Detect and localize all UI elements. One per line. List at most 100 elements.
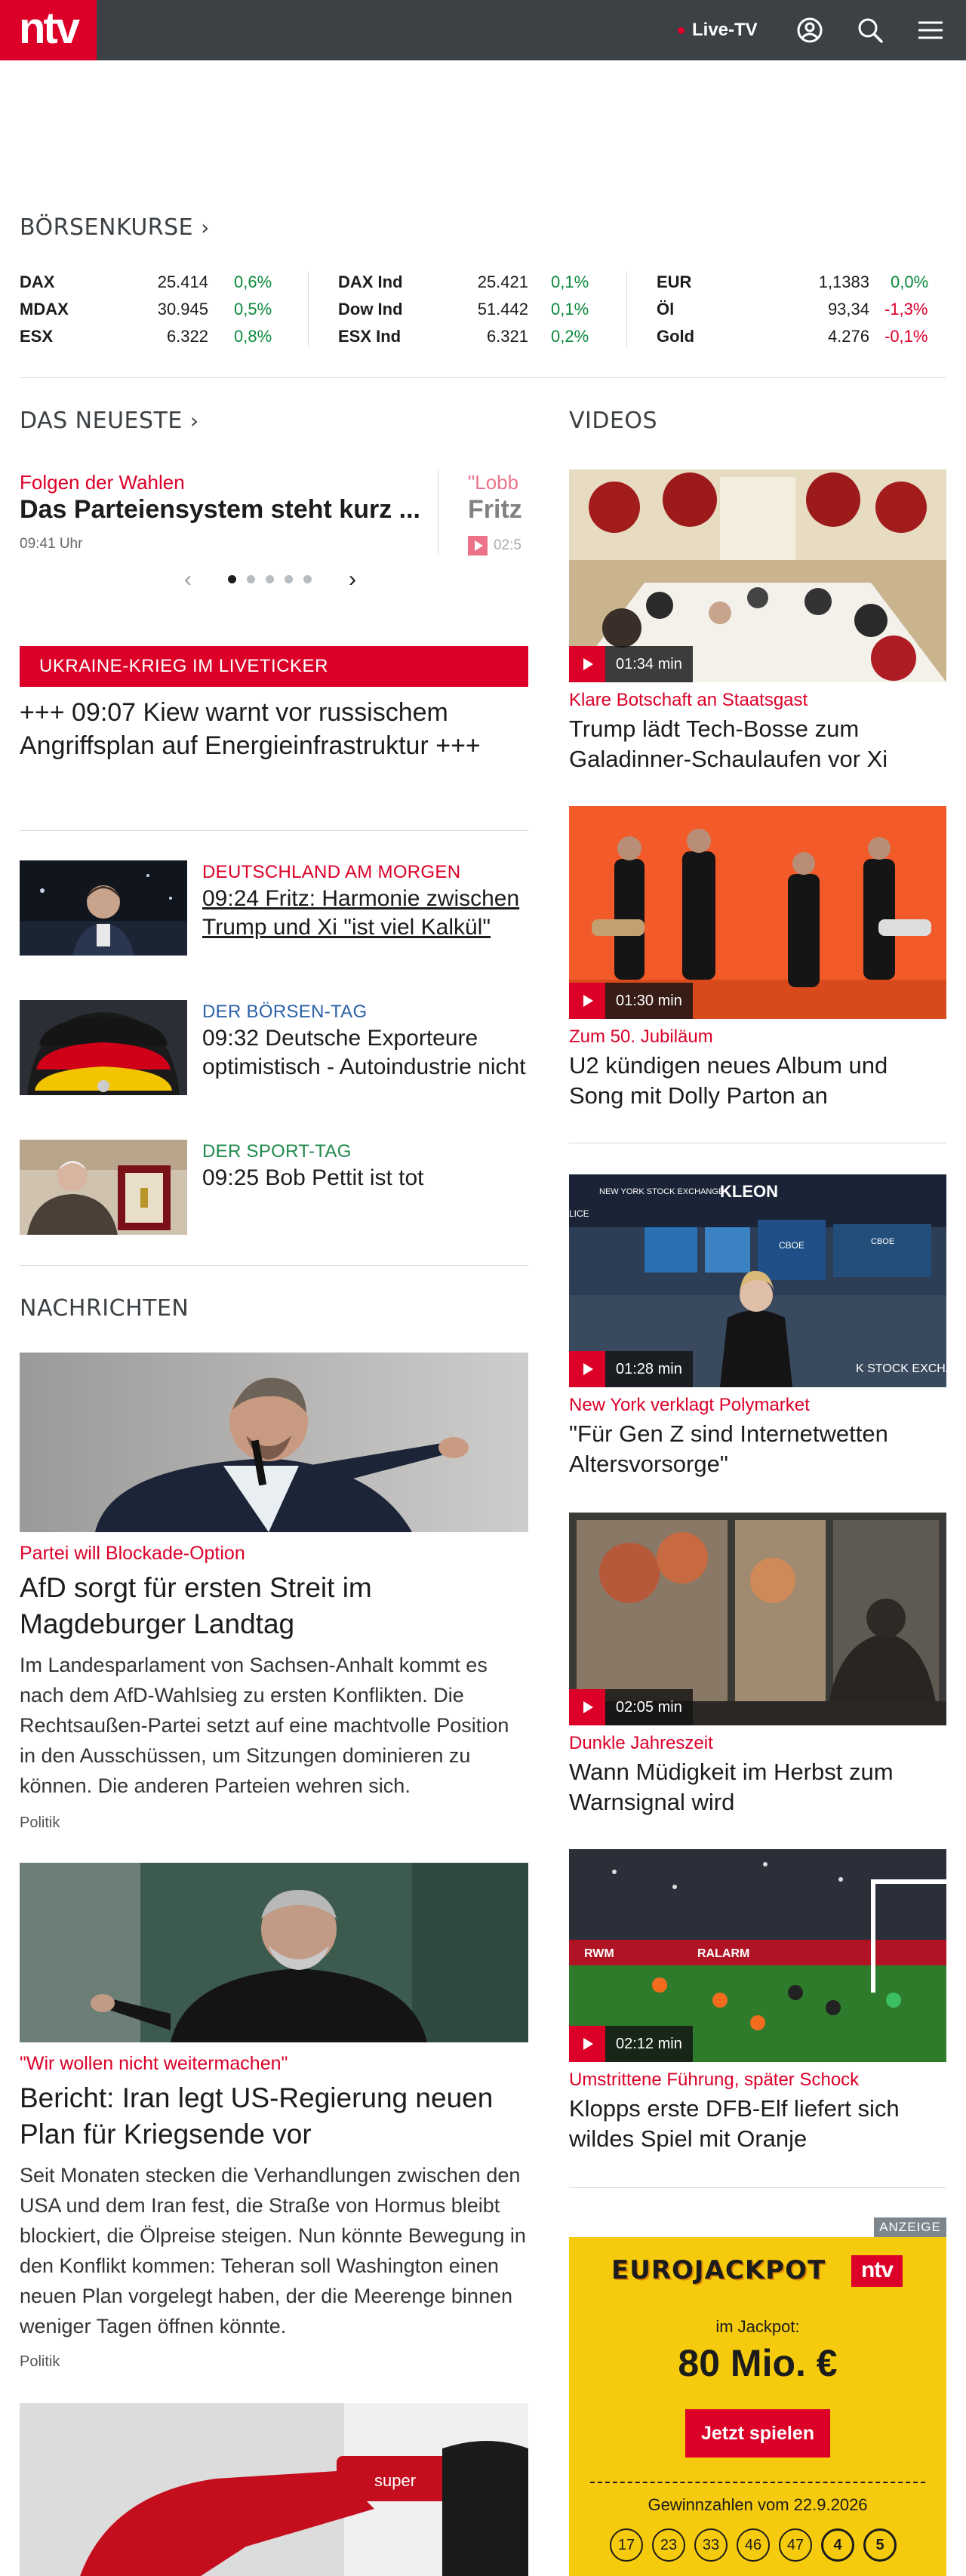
video-duration: 02:12 min bbox=[616, 2035, 682, 2052]
pagination-dot[interactable] bbox=[247, 575, 255, 583]
stock-name: Gold bbox=[657, 327, 695, 346]
stock-row[interactable]: DAX Ind 25.421 0,1% bbox=[338, 269, 595, 296]
live-dot-icon bbox=[678, 26, 685, 34]
stock-value: 6.321 bbox=[486, 327, 528, 346]
play-now-button[interactable]: Jetzt spielen bbox=[685, 2409, 830, 2458]
stock-row[interactable]: MDAX 30.945 0,5% bbox=[20, 296, 276, 323]
video-kicker: Zum 50. Jubiläum bbox=[569, 1026, 713, 1047]
video-thumbnail: NEW YORK STOCK EXCHANGE KLEON LICE CBOE … bbox=[569, 1174, 946, 1387]
article-image[interactable]: super bbox=[20, 2403, 528, 2576]
jackpot-label: im Jackpot: bbox=[715, 2317, 800, 2336]
euro-number: 5 bbox=[863, 2528, 897, 2562]
stock-change: 0,0% bbox=[891, 272, 929, 291]
video-duration-badge: 01:34 min bbox=[569, 646, 693, 682]
nachrichten-title[interactable]: NACHRICHTEN bbox=[20, 1295, 189, 1322]
stock-value: 25.414 bbox=[157, 272, 208, 291]
pagination-dot[interactable] bbox=[228, 575, 236, 583]
eurojackpot-ad[interactable]: EUROJACKPOT ntv im Jackpot: 80 Mio. € Je… bbox=[569, 2237, 946, 2576]
ntv-ad-logo: ntv bbox=[851, 2255, 903, 2287]
stock-name: MDAX bbox=[20, 300, 69, 319]
search-icon[interactable] bbox=[855, 15, 885, 45]
stock-row[interactable]: ESX 6.322 0,8% bbox=[20, 323, 276, 350]
play-icon bbox=[569, 2026, 605, 2062]
boersenkurse-title-link[interactable]: BÖRSENKURSE › bbox=[20, 214, 210, 241]
video-duration-badge: 02:12 min bbox=[569, 2026, 693, 2062]
ntv-logo[interactable]: ntv bbox=[0, 0, 97, 60]
stock-row[interactable]: EUR 1,1383 0,0% bbox=[657, 269, 946, 296]
liveticker-headline[interactable]: +++ 09:07 Kiew warnt vor russischem Angr… bbox=[20, 696, 528, 762]
chevron-left-icon[interactable]: ‹ bbox=[184, 568, 192, 591]
video-duration: 01:30 min bbox=[616, 992, 682, 1009]
stock-change: 0,8% bbox=[234, 327, 272, 346]
article-headline: Bericht: Iran legt US-Regierung neuen Pl… bbox=[20, 2082, 494, 2150]
stock-exchange-sign: NEW YORK STOCK EXCHANGE bbox=[599, 1187, 724, 1196]
slide-time: 02:5 bbox=[494, 537, 521, 553]
stock-exchange-wall-left: LICE bbox=[569, 1208, 589, 1219]
chevron-right-icon[interactable]: › bbox=[349, 568, 356, 591]
video-duration-badge: 02:05 min bbox=[569, 1689, 693, 1725]
teaser-kicker: DER SPORT-TAG bbox=[202, 1141, 352, 1162]
video-duration-badge: 01:28 min bbox=[569, 1351, 693, 1387]
pagination-dot[interactable] bbox=[285, 575, 293, 583]
stock-value: 4.276 bbox=[827, 327, 869, 346]
stadium-banner: RALARM bbox=[697, 1947, 749, 1960]
stock-name: EUR bbox=[657, 272, 692, 291]
top-navigation-bar: ntv Live-TV bbox=[0, 0, 966, 60]
divider bbox=[20, 377, 946, 378]
stock-name: DAX Ind bbox=[338, 272, 403, 291]
neueste-title-link[interactable]: DAS NEUESTE › bbox=[20, 408, 199, 434]
video-thumbnail: 02:05 min bbox=[569, 1513, 946, 1725]
jackpot-amount: 80 Mio. € bbox=[678, 2342, 838, 2384]
pagination-dot[interactable] bbox=[303, 575, 312, 583]
article-image bbox=[20, 1863, 528, 2042]
stock-column-3: EUR 1,1383 0,0% Öl 93,34 -1,3% Gold 4.276 -0,1… bbox=[657, 269, 946, 350]
teaser-kicker: DEUTSCHLAND AM MORGEN bbox=[202, 862, 461, 882]
winning-numbers: 17 23 33 46 47 4 5 bbox=[610, 2528, 897, 2562]
stock-name: DAX bbox=[20, 272, 55, 291]
video-kicker: New York verklagt Polymarket bbox=[569, 1395, 810, 1415]
divider bbox=[20, 1265, 528, 1266]
stock-row[interactable]: DAX 25.414 0,6% bbox=[20, 269, 276, 296]
stock-row[interactable]: ESX Ind 6.321 0,2% bbox=[338, 323, 595, 350]
stock-value: 93,34 bbox=[827, 300, 869, 319]
lottery-number: 47 bbox=[779, 2528, 812, 2562]
live-tv-label: Live-TV bbox=[692, 20, 758, 40]
live-tv-link[interactable]: Live-TV bbox=[678, 20, 758, 41]
latest-slide-next[interactable]: "Lobb Fritz 02:5 bbox=[468, 468, 528, 559]
stock-value: 25.421 bbox=[477, 272, 528, 291]
stock-row[interactable]: Dow Ind 51.442 0,1% bbox=[338, 296, 595, 323]
play-icon bbox=[569, 646, 605, 682]
pagination-dot[interactable] bbox=[266, 575, 274, 583]
menu-icon[interactable] bbox=[915, 15, 946, 45]
teaser-kicker: DER BÖRSEN-TAG bbox=[202, 1002, 368, 1022]
eurojackpot-logo: EUROJACKPOT bbox=[611, 2255, 826, 2285]
video-headline: "Für Gen Z sind Internetwetten Altersvor… bbox=[569, 1420, 888, 1477]
slider-pagination bbox=[228, 575, 312, 583]
stock-value: 6.322 bbox=[166, 327, 208, 346]
lottery-number: 23 bbox=[652, 2528, 685, 2562]
video-headline: U2 kündigen neues Album und Song mit Dol… bbox=[569, 1052, 888, 1109]
euro-number: 4 bbox=[821, 2528, 854, 2562]
play-icon bbox=[569, 1689, 605, 1725]
video-headline: Trump lädt Tech-Bosse zum Galadinner-Sch… bbox=[569, 716, 888, 772]
liveticker-label[interactable]: UKRAINE-KRIEG IM LIVETICKER bbox=[20, 646, 528, 687]
video-kicker: Klare Botschaft an Staatsgast bbox=[569, 690, 808, 710]
videos-title[interactable]: VIDEOS bbox=[569, 408, 657, 434]
teaser-image bbox=[20, 860, 187, 956]
video-thumbnail: 01:34 min bbox=[569, 469, 946, 682]
play-icon bbox=[569, 1351, 605, 1387]
stock-name: Öl bbox=[657, 300, 675, 319]
play-icon bbox=[468, 536, 488, 556]
user-icon[interactable] bbox=[795, 15, 825, 45]
video-duration: 01:28 min bbox=[616, 1360, 682, 1377]
stock-change: 0,2% bbox=[551, 327, 589, 346]
stock-exchange-wall: K STOCK EXCHANGE bbox=[856, 1362, 946, 1375]
video-kicker: Dunkle Jahreszeit bbox=[569, 1733, 713, 1753]
video-headline: Wann Müdigkeit im Herbst zum Warnsignal … bbox=[569, 1759, 894, 1815]
video-duration: 02:05 min bbox=[616, 1698, 682, 1716]
slide-time: 09:41 Uhr bbox=[20, 536, 83, 552]
stock-name: Dow Ind bbox=[338, 300, 403, 319]
stock-quotes: DAX 25.414 0,6% MDAX 30.945 0,5% ESX 6.322 0,8… bbox=[20, 269, 946, 350]
stock-row[interactable]: Öl 93,34 -1,3% bbox=[657, 296, 946, 323]
stock-row[interactable]: Gold 4.276 -0,1% bbox=[657, 323, 946, 350]
